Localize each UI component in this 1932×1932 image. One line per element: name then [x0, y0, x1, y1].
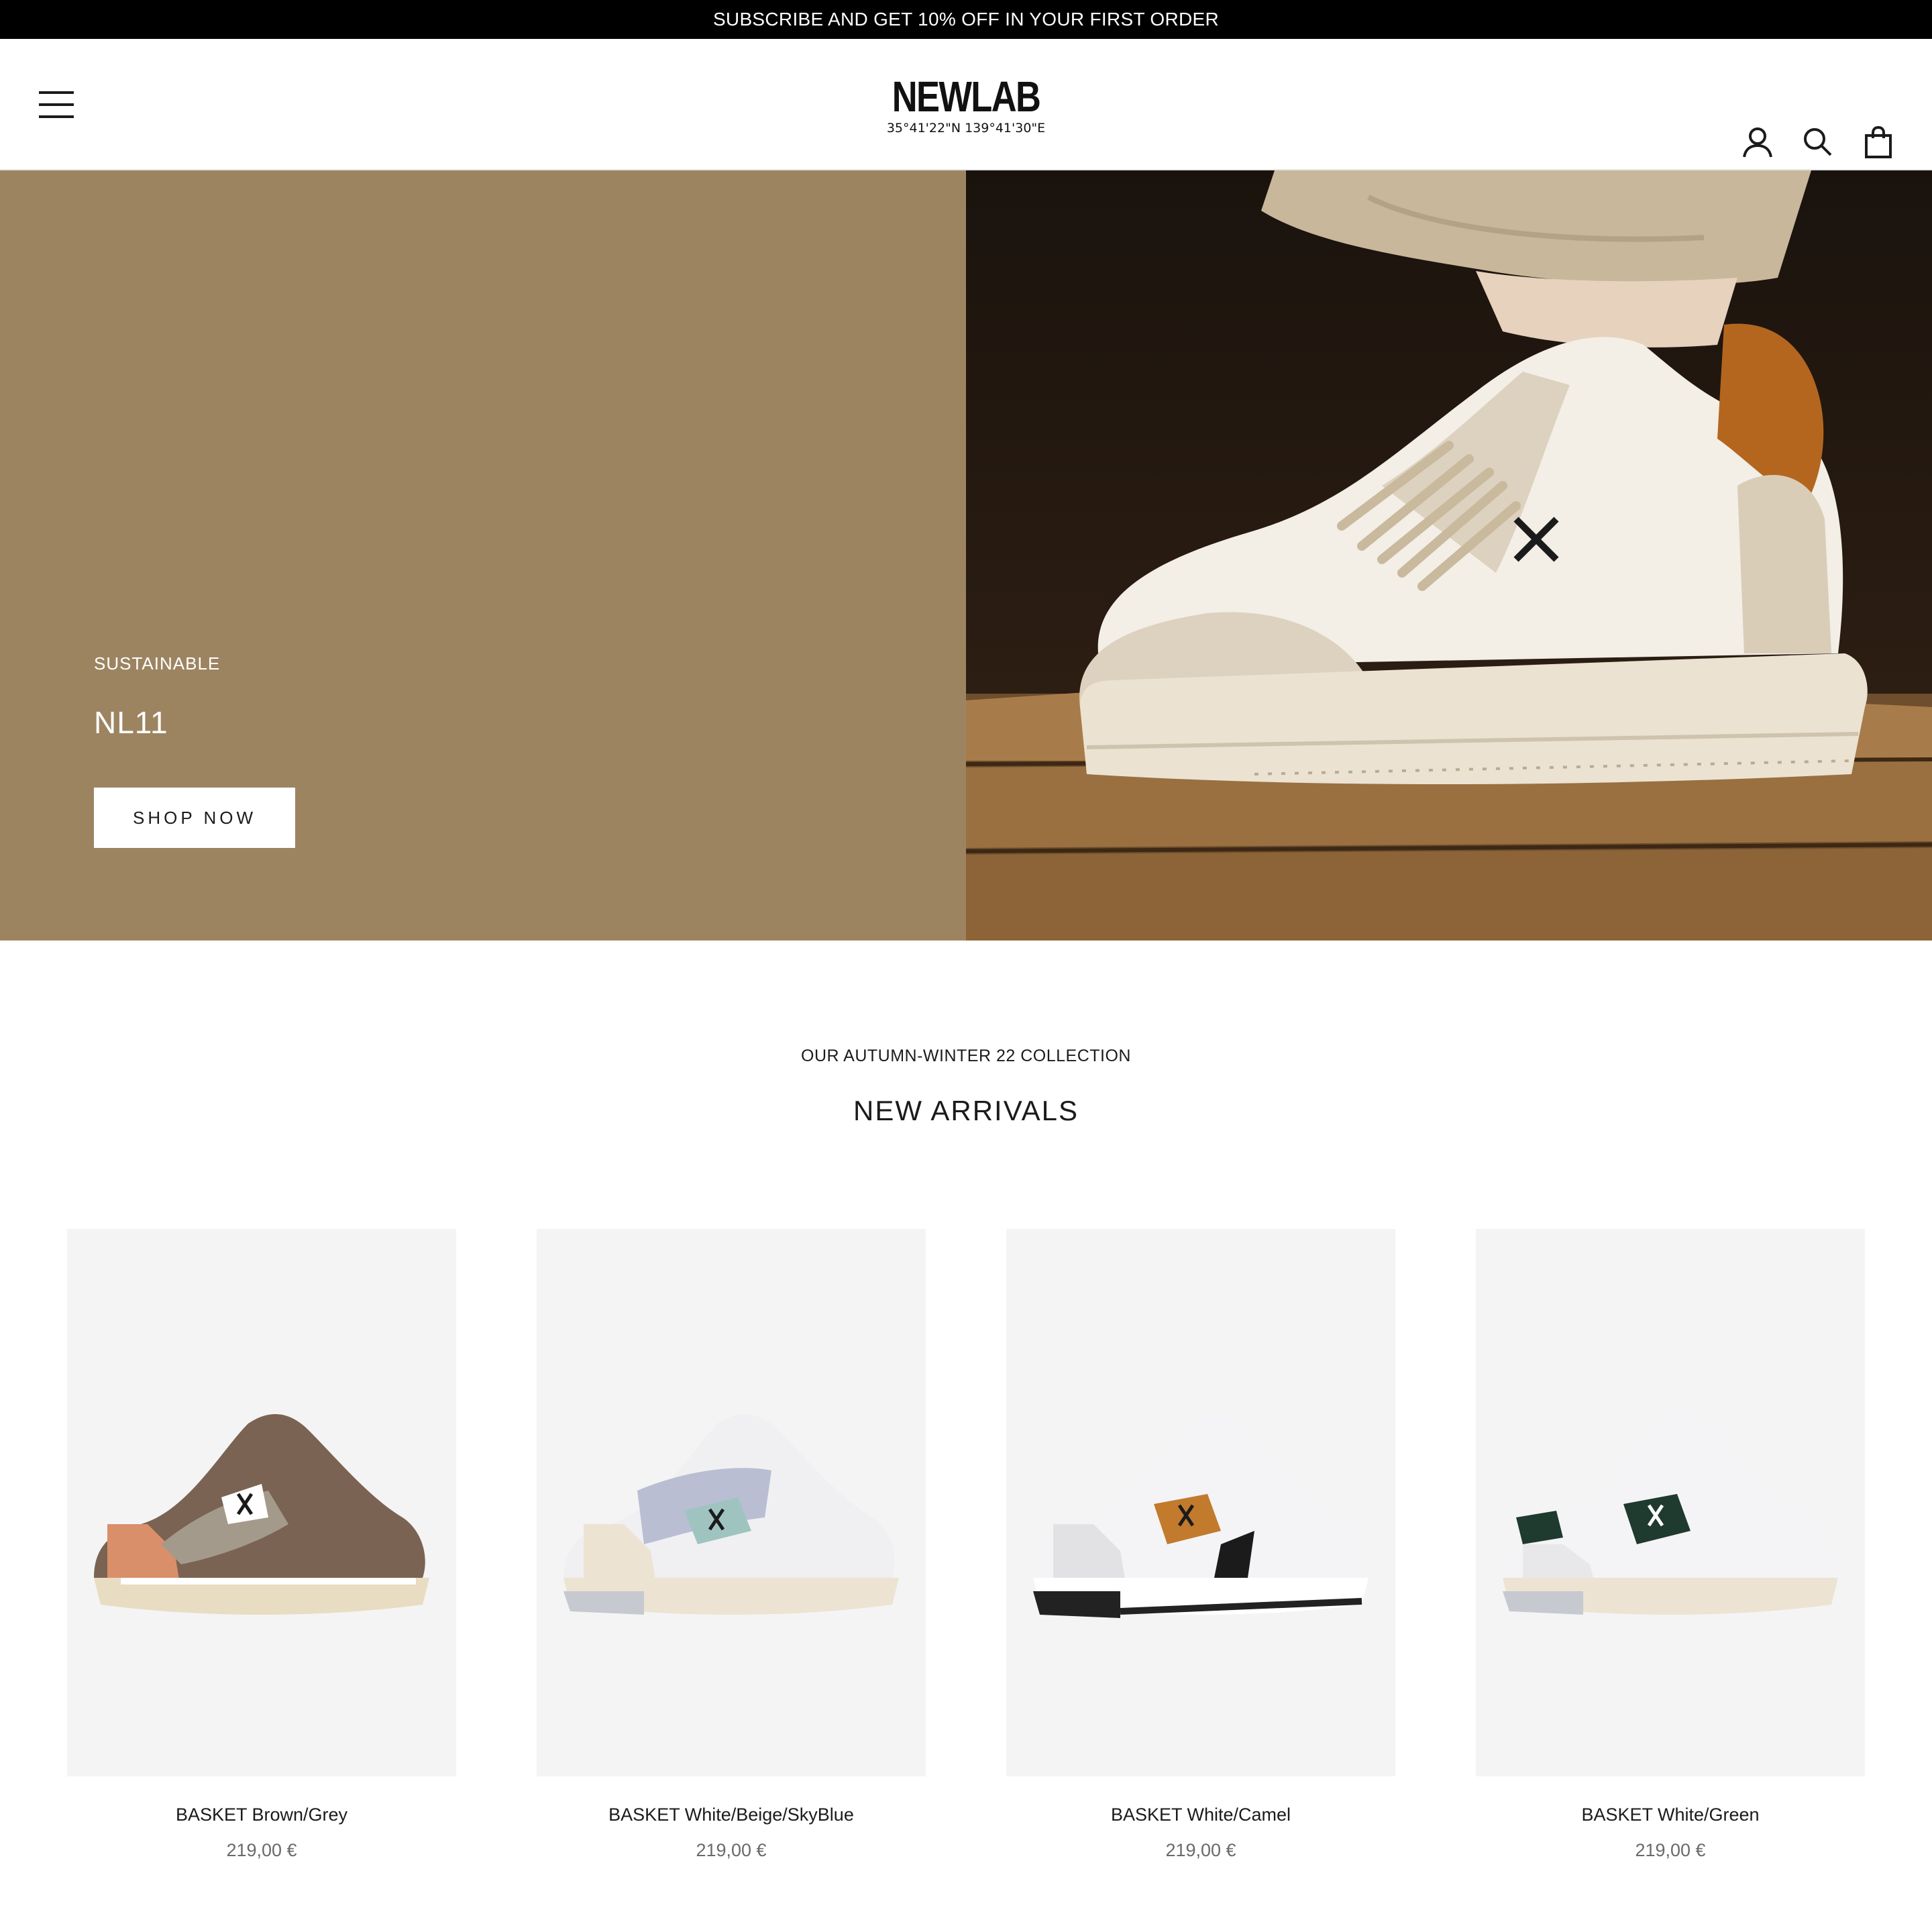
- product-price: 219,00 €: [226, 1840, 297, 1860]
- hero-text-panel: SUSTAINABLE NL11 SHOP NOW: [0, 170, 966, 941]
- product-image[interactable]: [1006, 1229, 1395, 1776]
- sneaker-white-beige-skyblue-image: [564, 1414, 899, 1615]
- product-price: 219,00 €: [1635, 1840, 1706, 1860]
- hero-banner: SUSTAINABLE NL11 SHOP NOW: [0, 170, 1932, 941]
- product-name[interactable]: BASKET White/Green: [1476, 1805, 1865, 1825]
- collection-subtitle: OUR AUTUMN-WINTER 22 COLLECTION: [801, 1046, 1131, 1065]
- logo-wordmark: NEWLAB: [892, 72, 1041, 121]
- product-image[interactable]: [67, 1229, 456, 1776]
- collection-title: NEW ARRIVALS: [853, 1095, 1079, 1126]
- search-icon[interactable]: [1801, 125, 1835, 160]
- product-card[interactable]: BASKET White/Green 219,00 €: [1476, 1229, 1865, 1861]
- account-icon[interactable]: [1740, 125, 1775, 160]
- site-header: NEWLAB 35°41'22"N 139°41'30"E: [0, 39, 1932, 170]
- product-card[interactable]: BASKET White/Camel 219,00 €: [1006, 1229, 1395, 1861]
- product-name[interactable]: BASKET White/Beige/SkyBlue: [537, 1805, 926, 1825]
- product-name[interactable]: BASKET White/Camel: [1006, 1805, 1395, 1825]
- announcement-text: SUBSCRIBE AND GET 10% OFF IN YOUR FIRST …: [712, 9, 1220, 30]
- hero-subtitle: SUSTAINABLE: [94, 653, 221, 674]
- sneaker-brown-grey-image: [94, 1414, 429, 1615]
- product-price: 219,00 €: [1165, 1840, 1236, 1860]
- menu-icon[interactable]: [39, 91, 74, 118]
- hero-title: NL11: [94, 705, 168, 740]
- product-card[interactable]: BASKET Brown/Grey 219,00 €: [67, 1229, 456, 1861]
- hero-image[interactable]: [966, 170, 1932, 941]
- product-price: 219,00 €: [696, 1840, 767, 1860]
- product-image[interactable]: [1476, 1229, 1865, 1776]
- brand-logo[interactable]: NEWLAB 35°41'22"N 139°41'30"E: [865, 75, 1067, 136]
- product-card[interactable]: BASKET White/Beige/SkyBlue 219,00 €: [537, 1229, 926, 1861]
- product-image[interactable]: [537, 1229, 926, 1776]
- cart-bag-icon[interactable]: [1861, 125, 1896, 160]
- shop-now-button[interactable]: SHOP NOW: [94, 788, 295, 848]
- logo-coordinates: 35°41'22"N 139°41'30"E: [886, 121, 1046, 136]
- sneaker-white-green-image: [1503, 1414, 1838, 1615]
- sneaker-on-crate-photo: [966, 170, 1932, 941]
- sneaker-white-camel-image: [1033, 1414, 1368, 1618]
- product-name[interactable]: BASKET Brown/Grey: [67, 1805, 456, 1825]
- announcement-bar[interactable]: SUBSCRIBE AND GET 10% OFF IN YOUR FIRST …: [0, 0, 1932, 39]
